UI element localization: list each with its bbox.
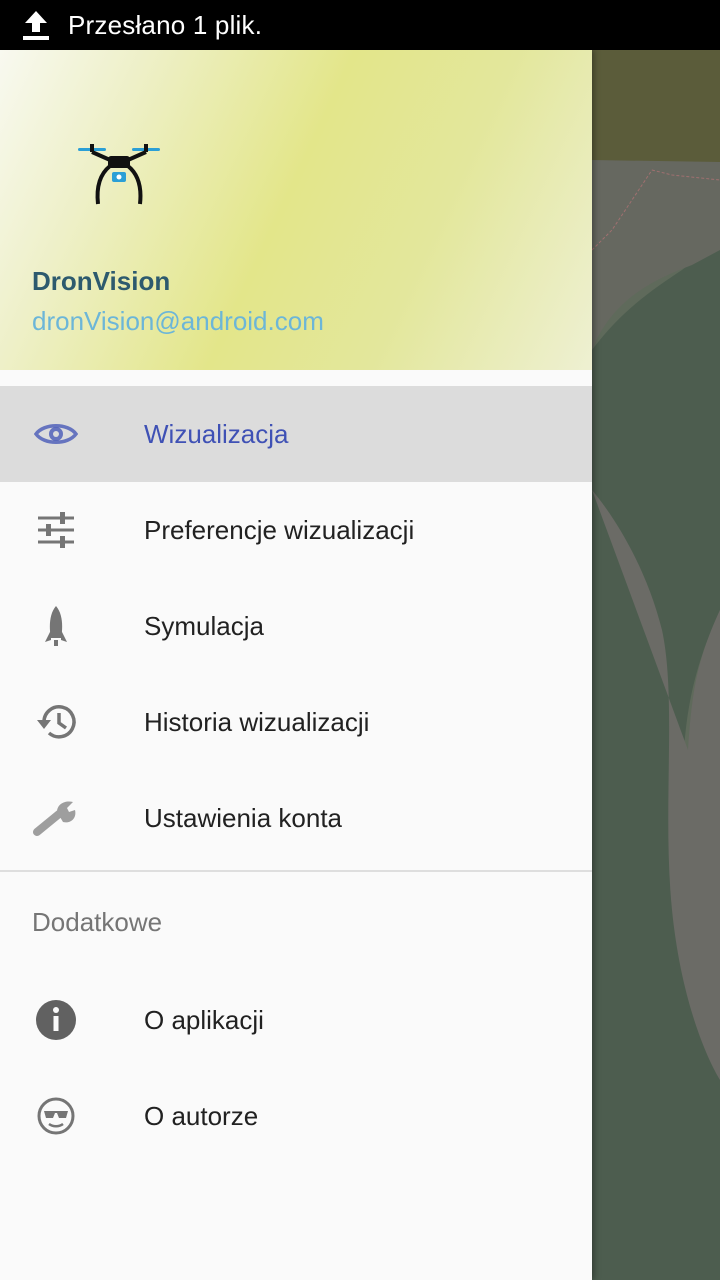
history-icon — [32, 698, 80, 746]
menu-item-label: Historia wizualizacji — [144, 706, 370, 737]
menu-item-label: O aplikacji — [144, 1004, 264, 1035]
wrench-icon — [32, 794, 80, 842]
menu-item-wizualizacja[interactable]: Wizualizacja — [0, 386, 592, 482]
menu-item-o-aplikacji[interactable]: O aplikacji — [0, 972, 592, 1068]
rocket-icon — [32, 602, 80, 650]
map-background — [592, 50, 720, 1280]
sliders-icon — [32, 506, 80, 554]
menu-item-symulacja[interactable]: Symulacja — [0, 578, 592, 674]
upload-icon — [18, 7, 54, 43]
menu-item-label: Symulacja — [144, 610, 264, 641]
menu-item-historia-wizualizacji[interactable]: Historia wizualizacji — [0, 674, 592, 770]
eye-icon — [32, 410, 80, 458]
sunglasses-face-icon — [32, 1092, 80, 1140]
drone-icon — [74, 138, 164, 210]
navigation-drawer: DronVision dronVision@android.com Wizual… — [0, 50, 592, 1280]
menu-item-ustawienia-konta[interactable]: Ustawienia konta — [0, 770, 592, 866]
section-title-dodatkowe: Dodatkowe — [32, 906, 163, 937]
menu-item-preferencje-wizualizacji[interactable]: Preferencje wizualizacji — [0, 482, 592, 578]
menu-item-label: Wizualizacja — [144, 418, 289, 449]
header-app-name: DronVision — [32, 266, 171, 296]
status-bar: Przesłano 1 plik. — [0, 0, 720, 50]
menu-item-label: Ustawienia konta — [144, 802, 342, 833]
drawer-menu: Wizualizacja Preferencje wizualizacji Sy… — [0, 386, 592, 1164]
header-email: dronVision@android.com — [32, 306, 324, 336]
status-notification-text: Przesłano 1 plik. — [68, 9, 263, 40]
menu-item-label: Preferencje wizualizacji — [144, 514, 415, 545]
menu-item-label: O autorze — [144, 1100, 259, 1131]
drawer-header: DronVision dronVision@android.com — [0, 50, 592, 370]
menu-item-o-autorze[interactable]: O autorze — [0, 1068, 592, 1164]
info-icon — [32, 996, 80, 1044]
